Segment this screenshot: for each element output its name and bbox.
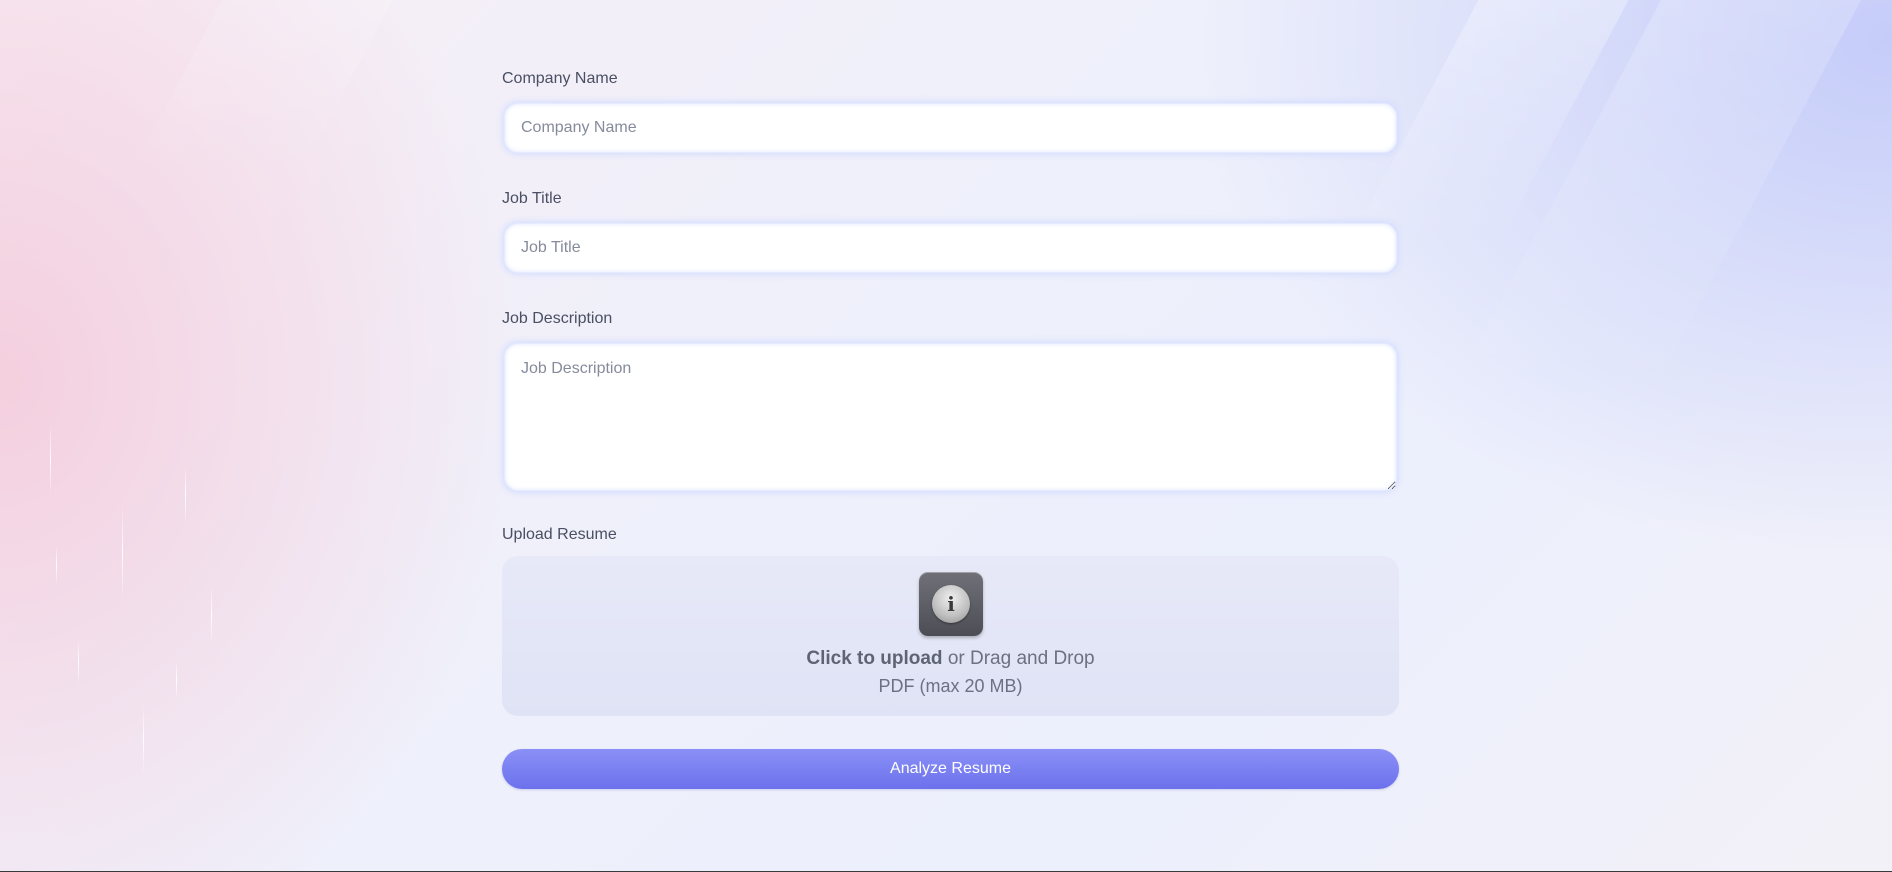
- background-light-streak: [185, 465, 186, 525]
- company-name-input[interactable]: [504, 103, 1397, 153]
- upload-instructions: Click to upload or Drag and Drop: [502, 648, 1399, 670]
- info-icon-glyph: i: [932, 585, 970, 623]
- job-description-label: Job Description: [502, 310, 613, 327]
- background-streak: [1448, 0, 1872, 400]
- company-name-label: Company Name: [502, 70, 618, 87]
- background-light-streak: [50, 425, 51, 495]
- job-title-label: Job Title: [502, 190, 562, 207]
- info-icon: i: [919, 572, 983, 636]
- background-light-streak: [56, 545, 57, 585]
- analyze-resume-button[interactable]: Analyze Resume: [502, 749, 1399, 789]
- background-light-streak: [211, 585, 212, 645]
- job-title-input[interactable]: [504, 223, 1397, 273]
- drag-drop-text: or Drag and Drop: [942, 648, 1095, 669]
- job-description-textarea[interactable]: [504, 343, 1397, 491]
- background-light-streak: [78, 640, 79, 685]
- upload-file-hint: PDF (max 20 MB): [878, 676, 1023, 696]
- resume-dropzone[interactable]: i Click to upload or Drag and Drop PDF (…: [502, 556, 1399, 716]
- background-light-streak: [122, 505, 123, 600]
- background-light-streak: [176, 660, 177, 700]
- click-to-upload-link[interactable]: Click to upload: [806, 648, 942, 669]
- background-light-streak: [143, 705, 144, 775]
- upload-resume-label: Upload Resume: [502, 526, 617, 543]
- background-streak: [126, 0, 404, 180]
